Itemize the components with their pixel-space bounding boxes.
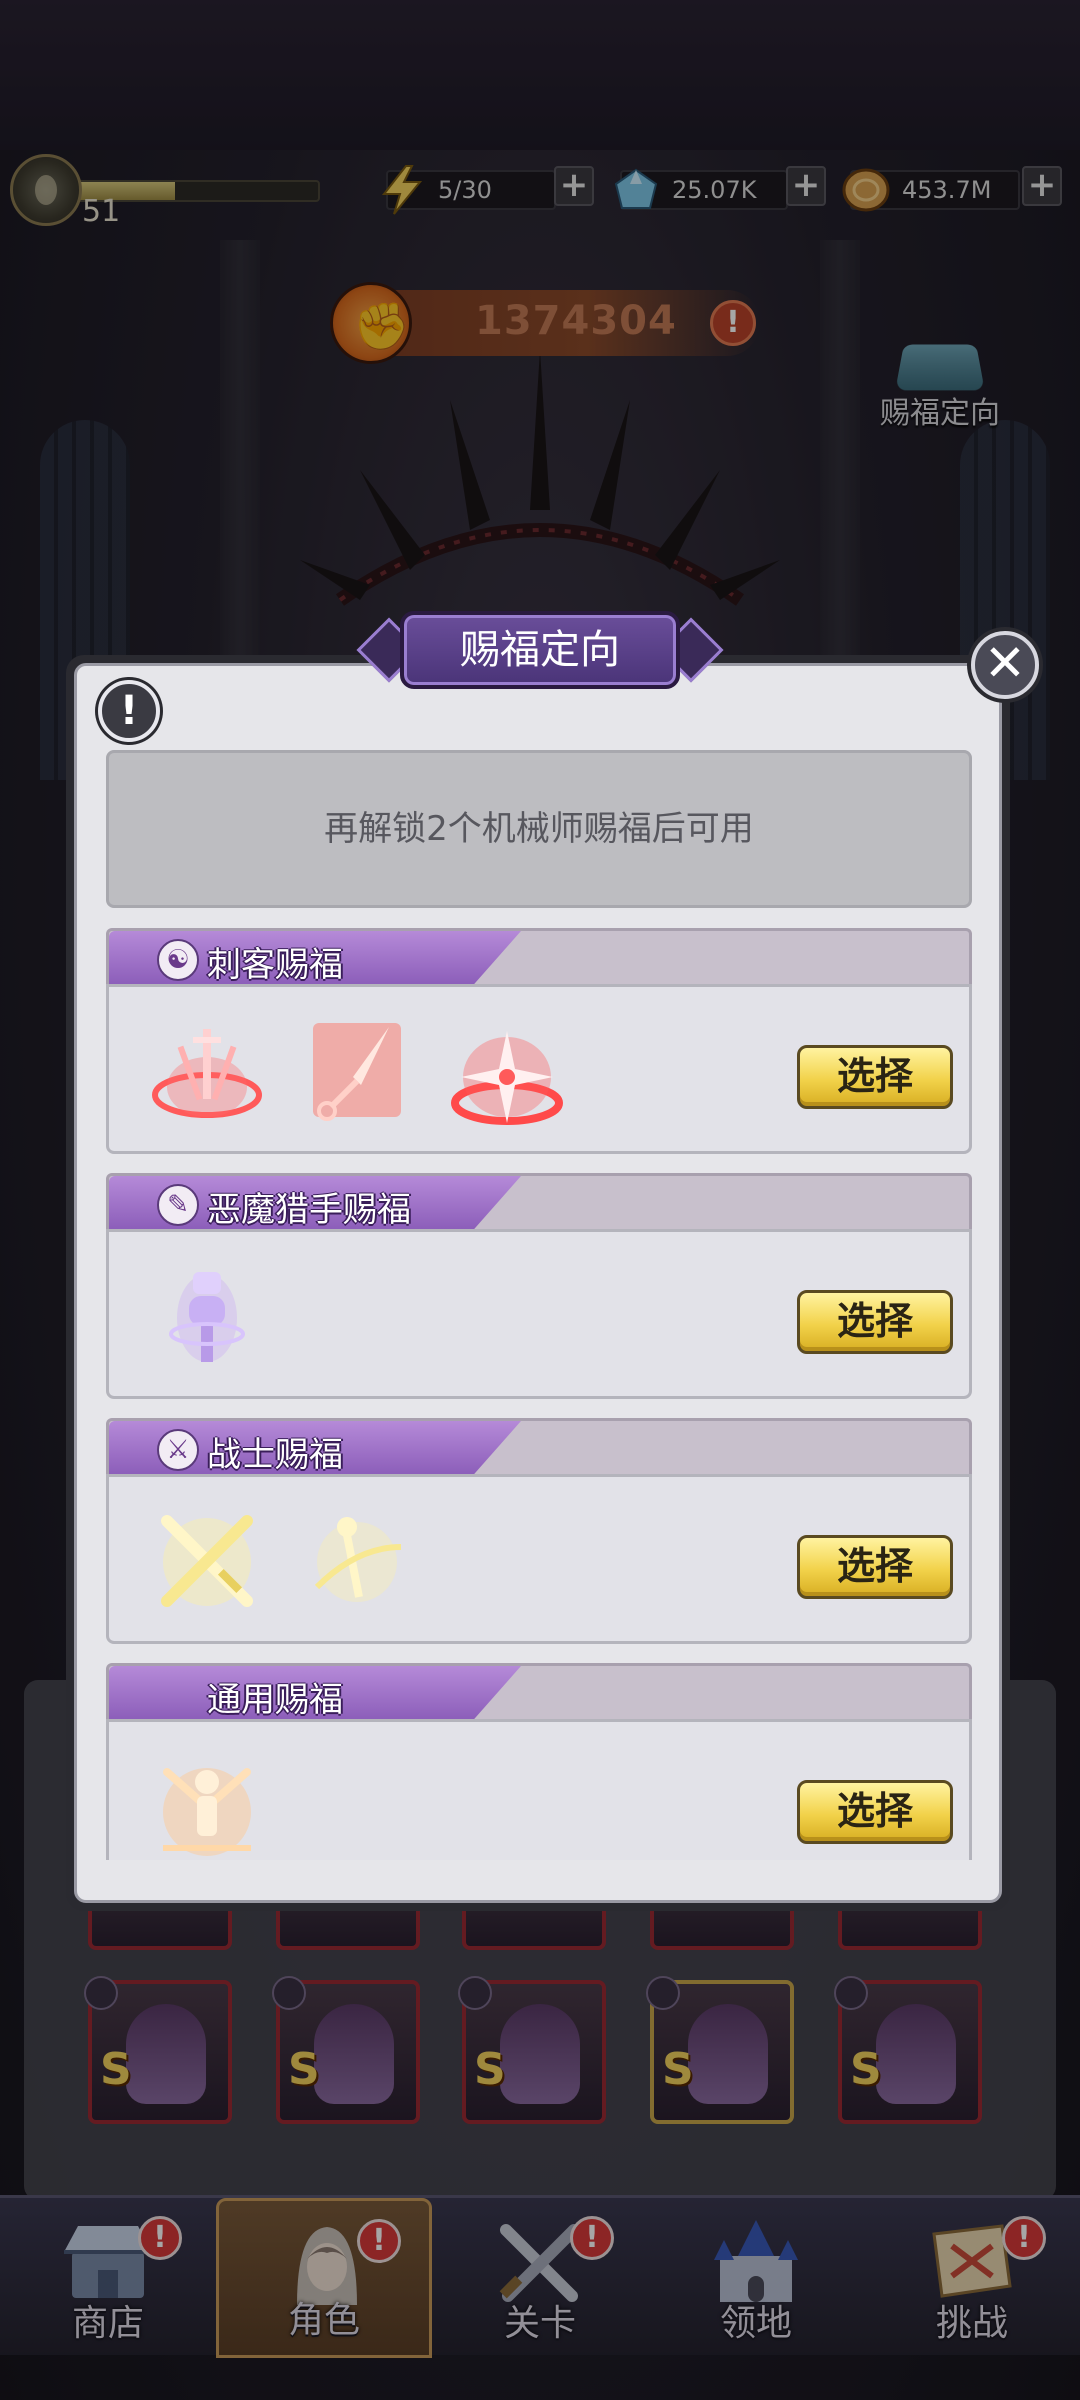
unlock-notice: 再解锁2个机械师赐福后可用 bbox=[106, 750, 972, 908]
dialog-title: 赐福定向 bbox=[400, 611, 680, 689]
blessing-general: 通用赐福 选择 bbox=[106, 1663, 972, 1860]
select-button[interactable]: 选择 bbox=[797, 1290, 953, 1354]
blessing-demon-hunter: ✎ 恶魔猎手赐福 选择 bbox=[106, 1173, 972, 1399]
blessing-header: ✎ 恶魔猎手赐福 bbox=[106, 1173, 972, 1232]
crossed-swords-icon[interactable] bbox=[147, 1507, 267, 1617]
dialog-title-banner: 赐福定向 bbox=[356, 605, 724, 701]
info-button[interactable]: ! bbox=[98, 680, 160, 742]
blessing-skills: 选择 bbox=[106, 984, 972, 1154]
shuriken-icon[interactable] bbox=[447, 1017, 567, 1127]
select-button[interactable]: 选择 bbox=[797, 1045, 953, 1109]
blessing-skills: 选择 bbox=[106, 1229, 972, 1399]
blessing-title: 通用赐福 bbox=[207, 1680, 343, 1720]
demon-hunter-icon: ✎ bbox=[157, 1184, 199, 1226]
blessing-list[interactable]: ☯ 刺客赐福 选择 ✎ 恶魔猎手赐福 选择 ⚔ 战士赐福 选择 通用赐福 选择 bbox=[106, 928, 972, 1860]
kunai-icon[interactable] bbox=[297, 1017, 417, 1127]
blessing-assassin: ☯ 刺客赐福 选择 bbox=[106, 928, 972, 1154]
blessing-title: 刺客赐福 bbox=[207, 945, 343, 985]
assassin-icon: ☯ bbox=[157, 939, 199, 981]
blessing-header: ☯ 刺客赐福 bbox=[106, 928, 972, 987]
select-button[interactable]: 选择 bbox=[797, 1535, 953, 1599]
blessing-skills: 选择 bbox=[106, 1719, 972, 1860]
spirit-totem-icon[interactable] bbox=[147, 1262, 267, 1372]
blessing-skills: 选择 bbox=[106, 1474, 972, 1644]
blessing-header: ⚔ 战士赐福 bbox=[106, 1418, 972, 1477]
burst-figure-icon[interactable] bbox=[147, 1752, 267, 1860]
sword-ring-icon[interactable] bbox=[147, 1017, 267, 1127]
blessing-warrior: ⚔ 战士赐福 选择 bbox=[106, 1418, 972, 1644]
close-button[interactable]: ✕ bbox=[971, 631, 1039, 699]
blessing-title: 战士赐福 bbox=[207, 1435, 343, 1475]
select-button[interactable]: 选择 bbox=[797, 1780, 953, 1844]
spinning-blade-icon[interactable] bbox=[297, 1507, 417, 1617]
blessing-header: 通用赐福 bbox=[106, 1663, 972, 1722]
warrior-icon: ⚔ bbox=[157, 1429, 199, 1471]
blessing-title: 恶魔猎手赐福 bbox=[207, 1190, 411, 1230]
